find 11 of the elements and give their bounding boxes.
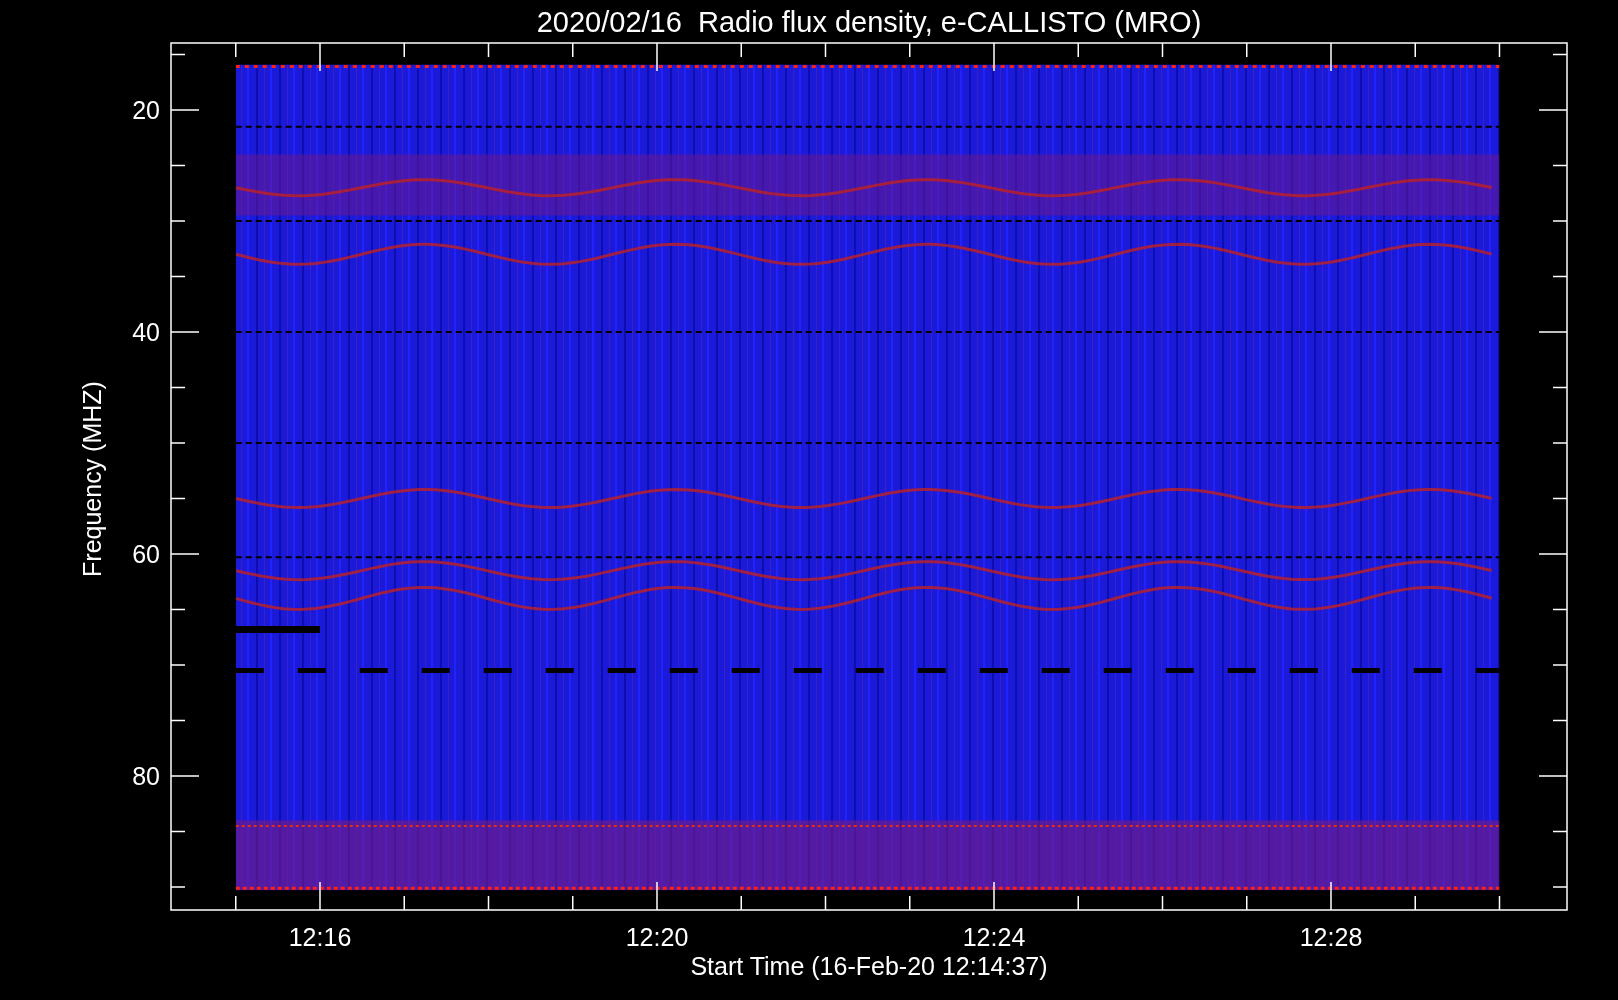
x-tick-label: 12:28 [1299, 923, 1363, 951]
y-tick-label: 20 [132, 96, 160, 124]
chart-title: 2020/02/16 Radio flux density, e-CALLISTO (MRO) [536, 6, 1202, 38]
y-axis-label: Frequency (MHZ) [78, 381, 106, 577]
y-tick-label: 40 [132, 318, 160, 346]
x-tick-label: 12:20 [625, 923, 689, 951]
y-tick-label: 80 [132, 762, 160, 790]
x-tick-label: 12:24 [962, 923, 1026, 951]
y-tick-label: 60 [132, 540, 160, 568]
x-axis-label: Start Time (16-Feb-20 12:14:37) [690, 952, 1048, 980]
x-tick-label: 12:16 [288, 923, 352, 951]
